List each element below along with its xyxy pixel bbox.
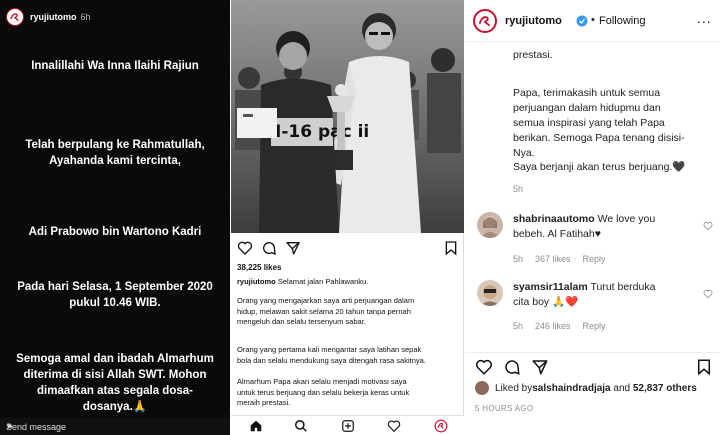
jersey-text: I-16 pac ii — [275, 122, 369, 142]
comment-icon[interactable] — [503, 358, 521, 376]
caption-age: 5h — [513, 184, 524, 194]
story-line: Innalillahi Wa Inna Ilaihi Rajiun — [31, 60, 199, 72]
story-line: pukul 10.46 WIB. — [69, 297, 161, 309]
caption-paragraph: Almarhum Papa akan selalu menjadi motiva… — [237, 377, 410, 407]
story-line: dosanya.🙏 — [82, 401, 148, 413]
comment: syamsir11alam Turut berduka cita boy 🙏❤️ — [513, 281, 656, 308]
comment-likes[interactable]: 246 likes — [535, 321, 571, 331]
share-icon[interactable] — [285, 240, 301, 256]
avatar — [475, 381, 489, 395]
heart-icon[interactable] — [237, 240, 253, 256]
more-options-icon[interactable]: ... — [697, 10, 712, 26]
profile-icon[interactable] — [434, 419, 448, 433]
avatar[interactable] — [477, 280, 503, 306]
header-username[interactable]: ryujiutomo — [505, 15, 562, 27]
liked-by[interactable]: Liked by salshaindradjaja and 52,837 oth… — [475, 381, 697, 395]
story-header[interactable]: ryujiutomo 6h — [6, 8, 91, 26]
story-line: dimaafkan atas segala dosa- — [37, 385, 193, 397]
story-line: Telah berpulang ke Rahmatullah, — [25, 139, 205, 151]
brand-logo-icon — [476, 12, 494, 30]
story-age: 6h — [80, 12, 91, 22]
story-line: diterima di sisi Allah SWT. Mohon — [23, 369, 207, 381]
comment-meta: 5h 367 likes Reply — [513, 254, 606, 264]
story-username[interactable]: ryujiutomo 6h — [30, 12, 91, 22]
share-icon[interactable] — [531, 358, 549, 376]
send-message-bar[interactable]: Send message ➤ — [0, 418, 230, 435]
comment-username[interactable]: syamsir11alam — [513, 281, 588, 293]
comment-meta: 5h 246 likes Reply — [513, 321, 606, 331]
comment: shabrinaautomo We love you bebeh. Al Fat… — [513, 213, 656, 240]
caption-tail: prestasi. — [513, 49, 553, 61]
comment-likes[interactable]: 367 likes — [535, 254, 571, 264]
caption-username[interactable]: ryujiutomo — [237, 277, 276, 286]
comment-username[interactable]: shabrinaautomo — [513, 213, 595, 225]
following-button[interactable]: Following — [599, 15, 645, 27]
bookmark-icon[interactable] — [443, 240, 459, 256]
home-icon[interactable] — [249, 419, 263, 433]
caption-tail: Saya berjanji akan terus berjuang.🖤 — [513, 161, 686, 173]
brand-logo-icon — [8, 10, 22, 24]
verified-badge-icon — [576, 14, 588, 27]
post-panel: I-16 pac ii 38,225 likes ryujiutomo Sela… — [231, 0, 464, 435]
story-panel: ryujiutomo 6h Innalillahi Wa Inna Ilaihi … — [0, 0, 230, 435]
heart-icon[interactable] — [475, 358, 493, 376]
story-line: Pada hari Selasa, 1 September 2020 — [17, 281, 213, 293]
comments-panel: ryujiutomo • Following ... prestasi. Pap… — [465, 0, 720, 435]
post-header: ryujiutomo • Following ... — [465, 0, 720, 42]
post-actions — [237, 240, 459, 258]
avatar[interactable] — [473, 9, 497, 33]
avatar[interactable] — [477, 212, 503, 238]
caption-first-line: ryujiutomo Selamat jalan Pahlawanku. — [237, 277, 369, 286]
paper-plane-icon[interactable]: ➤ — [6, 421, 224, 432]
story-line: Semoga amal dan ibadah Almarhum — [16, 353, 214, 365]
avatar[interactable] — [6, 8, 24, 26]
reply-button[interactable]: Reply — [583, 254, 606, 264]
post-photo[interactable]: I-16 pac ii — [231, 0, 464, 233]
bottom-nav — [231, 415, 464, 435]
story-line: Ayahanda kami tercinta, — [49, 155, 181, 167]
bookmark-icon[interactable] — [695, 358, 713, 376]
reply-button[interactable]: Reply — [583, 321, 606, 331]
heart-icon[interactable] — [387, 419, 401, 433]
caption-tail: Papa, terimakasih untuk semua perjuangan… — [513, 87, 685, 159]
search-icon[interactable] — [294, 419, 308, 433]
likes-count[interactable]: 38,225 likes — [237, 263, 281, 272]
comment-icon[interactable] — [261, 240, 277, 256]
caption-paragraph: Orang yang mengajarkan saya arti perjuan… — [237, 296, 415, 326]
add-post-icon[interactable] — [341, 419, 355, 433]
comment-like-icon[interactable] — [703, 286, 713, 299]
comment-like-icon[interactable] — [703, 218, 713, 231]
story-line: Adi Prabowo bin Wartono Kadri — [28, 226, 202, 238]
separator: • — [591, 14, 595, 26]
post-actions — [465, 352, 720, 376]
post-timestamp: 5 HOURS AGO — [475, 404, 534, 413]
photo-illustration: I-16 pac ii — [231, 0, 464, 233]
caption-paragraph: Orang yang pertama kali mengantar saya l… — [237, 345, 426, 365]
